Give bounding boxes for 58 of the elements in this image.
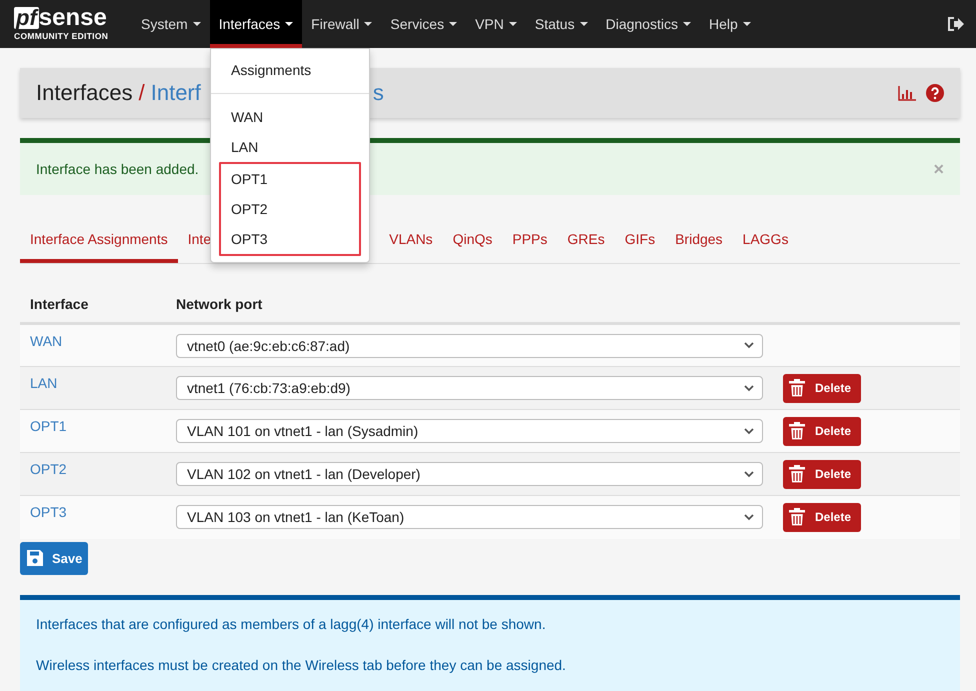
trash-icon (789, 379, 805, 397)
bar-chart-icon[interactable] (898, 86, 916, 100)
help-icon[interactable] (926, 84, 944, 102)
breadcrumb-separator: / (138, 80, 145, 106)
nav-menu[interactable]: VPN (466, 0, 526, 48)
menu-item[interactable]: OPT1 (221, 164, 359, 194)
tab[interactable]: PPPs (502, 223, 558, 263)
tab[interactable]: QinQs (442, 223, 502, 263)
logout-icon[interactable] (946, 16, 964, 32)
nav-menu[interactable]: Services (381, 0, 466, 48)
tab[interactable]: Interface Assignments (20, 223, 178, 263)
menu-item[interactable]: WAN (211, 102, 369, 132)
tab[interactable]: GREs (557, 223, 615, 263)
port-select[interactable]: VLAN 102 on vtnet1 - lan (Developer) (176, 462, 763, 486)
nav-menu[interactable]: Interfaces (210, 0, 302, 48)
interface-link[interactable]: OPT2 (30, 461, 67, 477)
interface-link[interactable]: OPT1 (30, 418, 67, 434)
trash-icon (789, 422, 805, 440)
menu-item[interactable]: Assignments (211, 55, 369, 85)
trash-icon (789, 465, 805, 483)
port-select[interactable]: vtnet1 (76:cb:73:a9:eb:d9) (176, 376, 763, 400)
tab[interactable]: Bridges (665, 223, 733, 263)
save-button[interactable]: Save (20, 542, 88, 574)
port-select[interactable]: VLAN 103 on vtnet1 - lan (KeToan) (176, 505, 763, 530)
nav-menu[interactable]: Diagnostics (596, 0, 700, 48)
nav-menu[interactable]: Help (700, 0, 760, 48)
chevron-icon (744, 428, 754, 434)
interface-link[interactable]: WAN (30, 333, 62, 349)
nav-menu[interactable]: System (132, 0, 210, 48)
tab[interactable]: VLANs (379, 223, 443, 263)
menu-item[interactable]: OPT2 (221, 194, 359, 224)
info-text: Interfaces that are configured as members of a lagg(4) interface will not be shown. (36, 616, 547, 632)
nav-menu[interactable]: Status (526, 0, 597, 48)
chevron-icon (744, 384, 754, 392)
delete-button[interactable]: Delete (783, 416, 862, 446)
tab[interactable]: GIFs (614, 223, 666, 263)
chevron-icon (744, 342, 754, 349)
menu-item[interactable]: OPT3 (221, 224, 359, 254)
logo-mark: pf (14, 7, 39, 29)
chevron-icon (744, 514, 754, 521)
breadcrumb-section: Interfaces (36, 80, 133, 106)
delete-button[interactable]: Delete (783, 502, 862, 532)
tab[interactable]: LAGGs (732, 223, 798, 263)
delete-button[interactable]: Delete (783, 460, 862, 488)
logo-name: sense (38, 7, 107, 29)
port-select[interactable]: VLAN 101 on vtnet1 - lan (Sysadmin) (176, 419, 763, 443)
delete-button[interactable]: Delete (783, 374, 862, 402)
port-select[interactable]: vtnet0 (ae:9c:eb:c6:87:ad) (176, 334, 763, 358)
trash-icon (789, 508, 805, 526)
nav-menu[interactable]: Firewall (302, 0, 382, 48)
tab[interactable]: Inte (178, 223, 212, 263)
info-text: Wireless interfaces must be created on the Wireless tab before they can be assigned. (36, 656, 567, 672)
interface-link[interactable]: LAN (30, 375, 58, 391)
menu-item[interactable]: LAN (211, 132, 369, 162)
interface-link[interactable]: OPT3 (30, 504, 67, 520)
logo-edition: COMMUNITY EDITION (14, 31, 110, 41)
alert-message: Interface has been added. (36, 161, 199, 177)
chevron-icon (744, 470, 754, 478)
